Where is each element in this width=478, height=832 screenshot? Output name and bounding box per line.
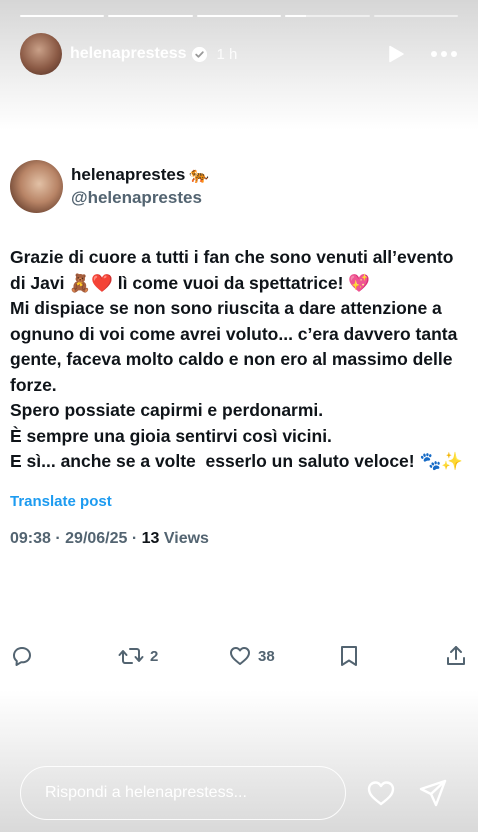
share-icon xyxy=(447,646,465,665)
like-count: 38 xyxy=(258,647,275,665)
progress-segment xyxy=(196,15,282,17)
retweet-count: 2 xyxy=(150,647,159,665)
verified-badge-icon xyxy=(191,46,207,62)
send-icon[interactable] xyxy=(418,778,448,808)
tweet-body: Grazie di cuore a tutti i fan che sono v… xyxy=(10,247,464,471)
retweet-button[interactable]: 2 xyxy=(118,644,158,668)
progress-segment xyxy=(20,15,105,17)
story-time: 1 h xyxy=(216,45,238,63)
heart-icon[interactable] xyxy=(366,779,396,807)
views-label: Views xyxy=(159,529,209,547)
views-count: 13 xyxy=(141,529,160,547)
tweet-timestamp: 09:38 · 29/06/25 · xyxy=(10,529,142,547)
like-button[interactable]: 38 xyxy=(228,644,275,668)
reply-button[interactable] xyxy=(10,644,34,668)
tweet-header: helenaprestes 🐅 @helenaprestes xyxy=(10,160,464,213)
tiger-emoji: 🐅 xyxy=(189,167,210,184)
progress-segment xyxy=(108,15,193,17)
story-username[interactable]: helenaprestess xyxy=(70,45,187,63)
story-header: helenaprestess 1 h xyxy=(20,32,458,76)
progress-fill xyxy=(285,15,307,17)
progress-fill xyxy=(108,15,193,17)
progress-fill xyxy=(196,15,282,17)
reply-icon xyxy=(13,647,31,666)
tweet-name-text: helenaprestes xyxy=(71,165,186,184)
bookmark-button[interactable] xyxy=(338,644,360,668)
tweet-actions: 2 38 xyxy=(10,642,468,670)
story-progress xyxy=(20,15,459,17)
progress-segment xyxy=(285,15,370,17)
translate-post-link[interactable]: Translate post xyxy=(10,493,464,510)
tweet-handle[interactable]: @helenaprestes xyxy=(71,188,209,208)
more-horizontal-icon[interactable] xyxy=(430,42,458,66)
tweet-meta: 09:38 · 29/06/25 · 13 Views xyxy=(10,530,464,548)
progress-segment xyxy=(373,15,459,17)
heart-icon xyxy=(230,647,250,665)
tweet-card: helenaprestes 🐅 @helenaprestes Grazie di… xyxy=(10,160,464,548)
progress-fill xyxy=(20,15,105,17)
tweet-display-name[interactable]: helenaprestes 🐅 xyxy=(71,165,209,185)
tweet-avatar[interactable] xyxy=(10,160,63,213)
share-button[interactable] xyxy=(444,644,468,668)
story-avatar[interactable] xyxy=(20,33,62,75)
reply-input[interactable]: Rispondi a helenaprestess... xyxy=(20,766,346,820)
retweet-icon xyxy=(118,648,144,664)
play-icon[interactable] xyxy=(384,42,408,66)
tweet-names: helenaprestes 🐅 @helenaprestes xyxy=(71,165,209,208)
bookmark-icon xyxy=(341,646,357,666)
